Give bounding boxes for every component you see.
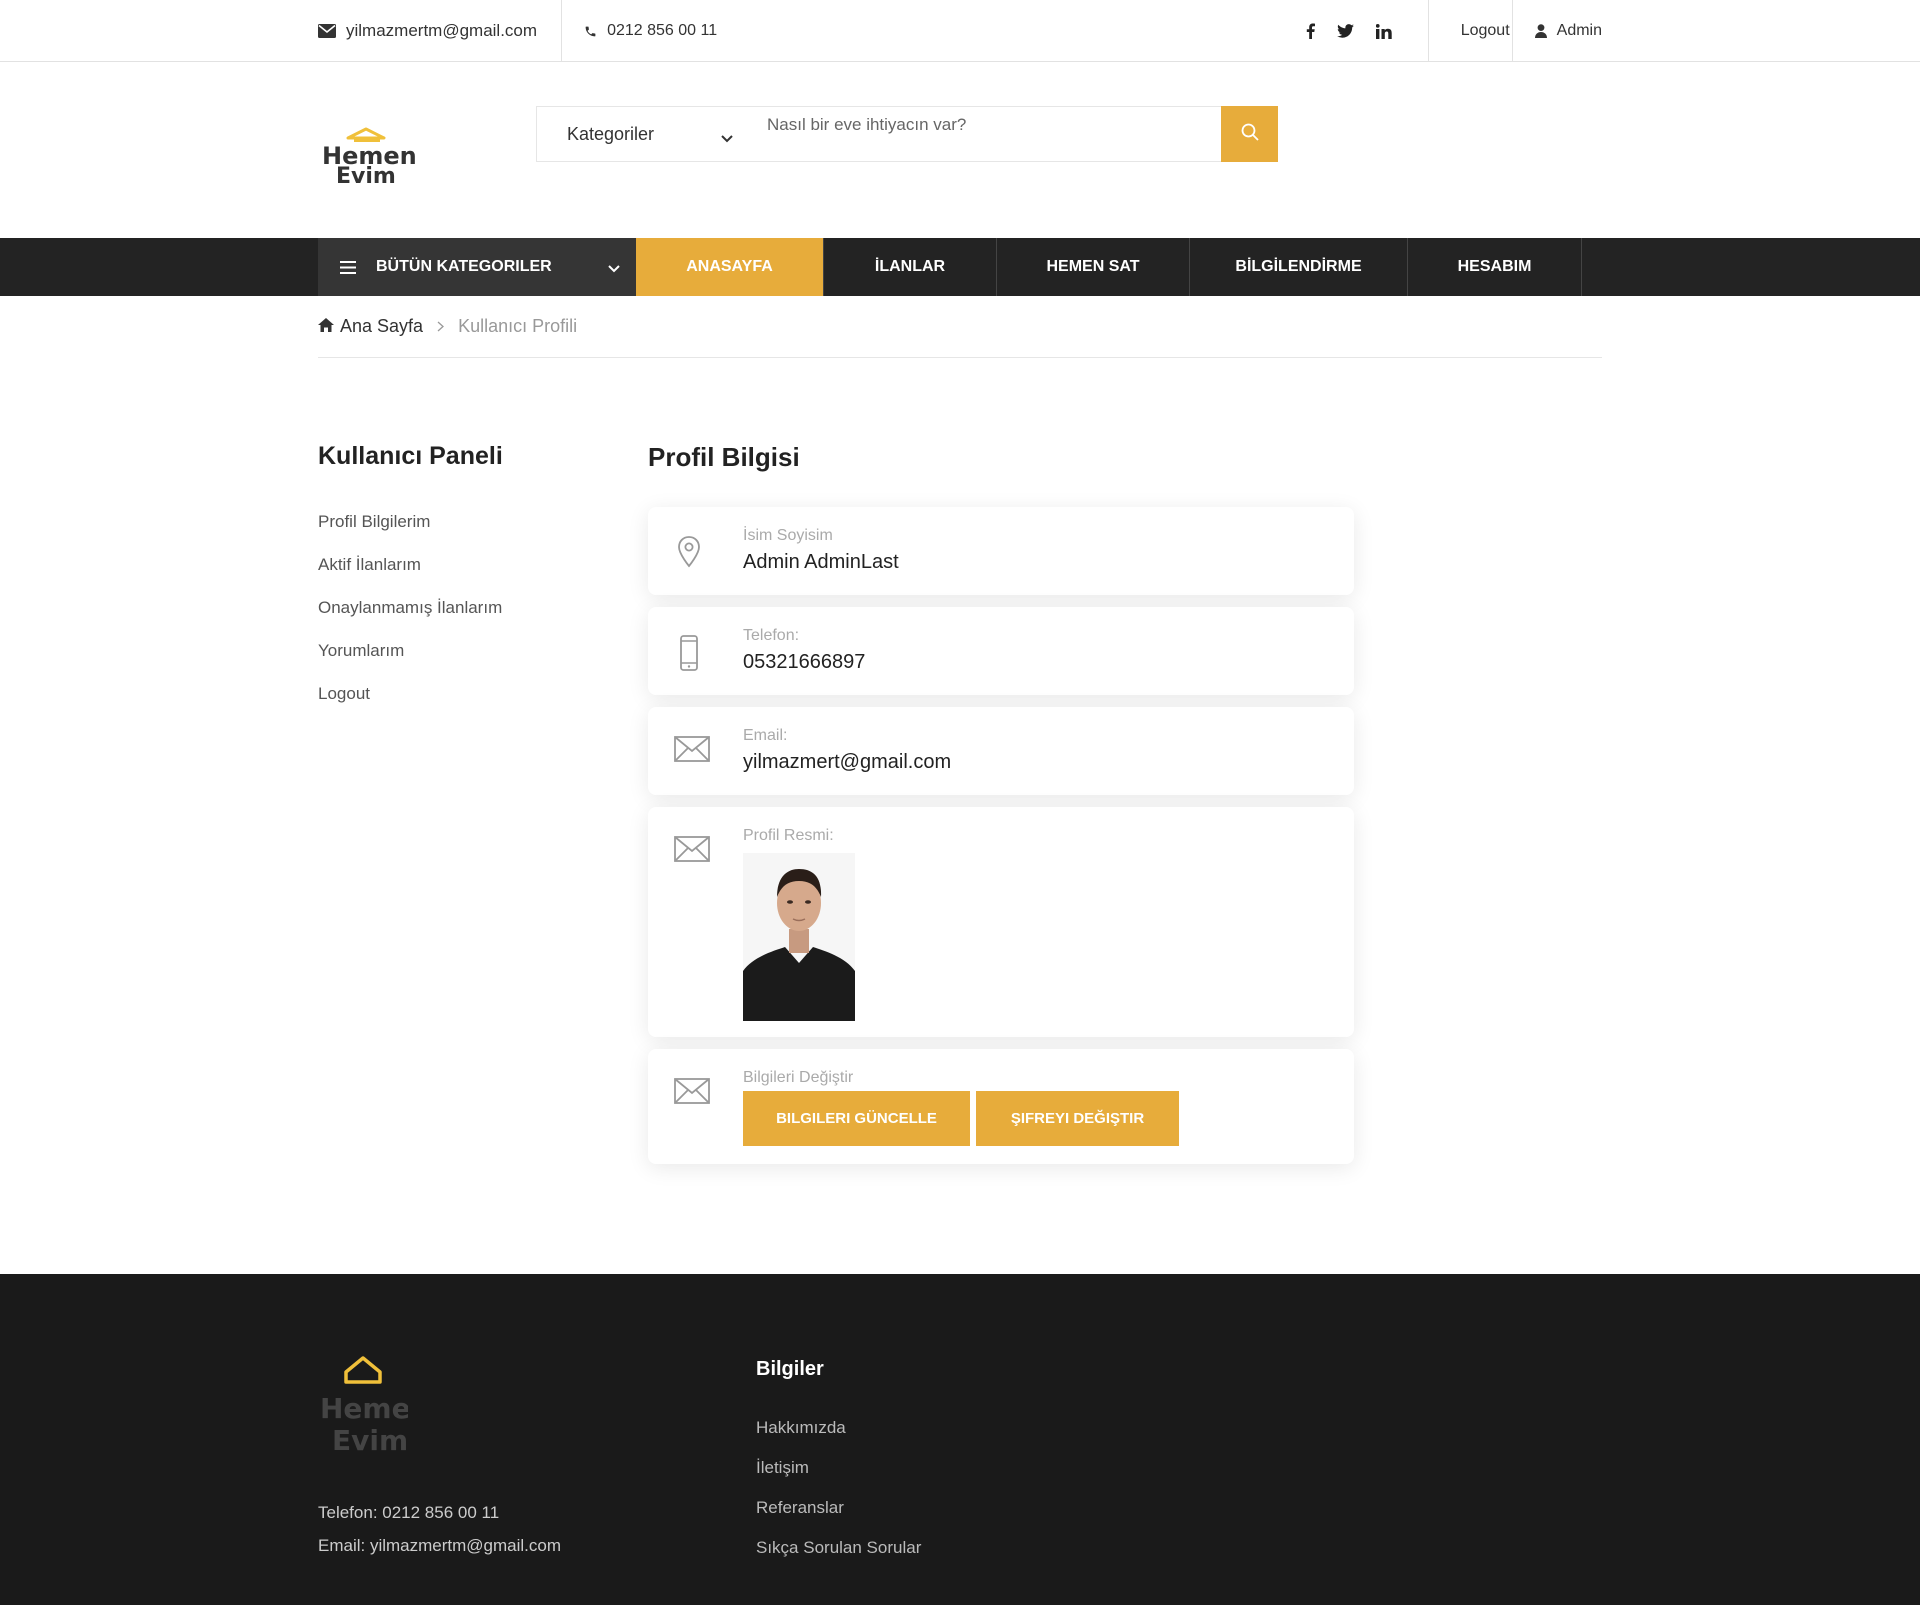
footer-contact: Telefon: 0212 856 00 11 Email: yilmazmer…	[318, 1496, 561, 1562]
footer-email: Email: yilmazmertm@gmail.com	[318, 1536, 562, 1555]
nav-item-ilanlar[interactable]: İLANLAR	[824, 238, 997, 296]
linkedin-icon[interactable]	[1375, 23, 1392, 39]
footer-info-column: Bilgiler Hakkımızda İletişim Referanslar…	[756, 1358, 921, 1577]
chevron-down-icon	[608, 260, 620, 278]
profile-section: Profil Bilgisi İsim Soyisim Admin AdminL…	[648, 442, 1354, 1176]
topbar-phone-text: 0212 856 00 11	[607, 22, 718, 39]
site-footer: Hemen Evim Telefon: 0212 856 00 11 Email…	[0, 1274, 1920, 1605]
chevron-down-icon	[721, 127, 733, 148]
email-value: yilmazmert@gmail.com	[743, 751, 952, 773]
edit-buttons: BILGILERI GÜNCELLE ŞIFREYI DEĞIŞTIR	[743, 1091, 1334, 1146]
home-icon	[318, 316, 340, 337]
mobile-phone-icon	[674, 635, 704, 676]
map-pin-icon	[674, 535, 704, 574]
breadcrumb-home-link[interactable]: Ana Sayfa	[318, 316, 423, 337]
envelope-icon	[674, 835, 710, 868]
envelope-icon	[674, 735, 710, 768]
profile-photo	[743, 853, 855, 1021]
name-value: Admin AdminLast	[743, 551, 899, 573]
page-title: Profil Bilgisi	[648, 442, 800, 472]
phone-icon	[584, 25, 597, 38]
social-links	[1306, 0, 1429, 62]
search-input[interactable]	[755, 107, 1221, 161]
nav-item-anasayfa[interactable]: ANASAYFA	[636, 238, 824, 296]
sidebar-item-logout[interactable]: Logout	[318, 683, 618, 705]
sidebar-item-yorumlarim[interactable]: Yorumlarım	[318, 640, 618, 662]
phone-label: Telefon:	[743, 627, 800, 644]
sidebar-item-profil-bilgilerim[interactable]: Profil Bilgilerim	[318, 511, 618, 533]
sidebar-item-aktif-ilanlarim[interactable]: Aktif İlanlarım	[318, 554, 618, 576]
topbar-user-name: Admin	[1556, 22, 1602, 39]
category-select-label: Kategoriler	[567, 123, 655, 144]
profile-name-card: İsim Soyisim Admin AdminLast	[648, 507, 1354, 595]
topbar-logout-link[interactable]: Logout	[1429, 0, 1513, 62]
profile-photo-card: Profil Resmi:	[648, 807, 1354, 1037]
chevron-right-icon	[437, 316, 445, 337]
search-button[interactable]	[1221, 106, 1278, 162]
facebook-icon[interactable]	[1306, 23, 1315, 39]
top-bar: yilmazmertm@gmail.com 0212 856 00 11 Log…	[0, 0, 1920, 62]
user-icon	[1534, 24, 1547, 38]
search-icon	[1241, 123, 1259, 146]
change-password-button[interactable]: ŞIFREYI DEĞIŞTIR	[976, 1091, 1179, 1146]
sidebar-item-onaylanmamis-ilanlarim[interactable]: Onaylanmamış İlanlarım	[318, 597, 618, 619]
envelope-icon	[674, 1077, 710, 1110]
edit-info-label: Bilgileri Değiştir	[743, 1069, 854, 1086]
site-logo[interactable]: Hemen Evim	[318, 120, 418, 190]
all-categories-label: BÜTÜN KATEGORILER	[376, 258, 552, 275]
footer-info-title: Bilgiler	[756, 1358, 824, 1380]
email-label: Email:	[743, 727, 788, 744]
topbar-email-text: yilmazmertm@gmail.com	[346, 21, 538, 40]
main-content: Kullanıcı Paneli Profil Bilgilerim Aktif…	[318, 358, 1602, 1274]
topbar-email[interactable]: yilmazmertm@gmail.com	[318, 0, 563, 62]
breadcrumb-current: Kullanıcı Profili	[458, 316, 578, 336]
breadcrumb: Ana Sayfa Kullanıcı Profili	[318, 296, 1602, 358]
site-header: Hemen Evim Kategoriler	[0, 62, 1920, 238]
phone-value: 05321666897	[743, 651, 866, 673]
main-navigation: BÜTÜN KATEGORILER ANASAYFA İLANLAR HEMEN…	[0, 238, 1920, 296]
sidebar-title: Kullanıcı Paneli	[318, 442, 503, 470]
twitter-icon[interactable]	[1336, 24, 1354, 38]
profile-email-card: Email: yilmazmert@gmail.com	[648, 707, 1354, 795]
profile-phone-card: Telefon: 05321666897	[648, 607, 1354, 695]
envelope-icon	[318, 24, 336, 38]
all-categories-button[interactable]: BÜTÜN KATEGORILER	[318, 238, 636, 296]
nav-item-bilgilendirme[interactable]: BİLGİLENDİRME	[1190, 238, 1408, 296]
breadcrumb-home-label: Ana Sayfa	[340, 316, 424, 336]
search-bar: Kategoriler	[536, 106, 1278, 162]
footer-link-iletisim[interactable]: İletişim	[756, 1457, 921, 1479]
user-panel-sidebar: Kullanıcı Paneli Profil Bilgilerim Aktif…	[318, 442, 618, 726]
nav-item-hemen-sat[interactable]: HEMEN SAT	[997, 238, 1190, 296]
edit-info-card: Bilgileri Değiştir BILGILERI GÜNCELLE ŞI…	[648, 1049, 1354, 1164]
topbar-phone[interactable]: 0212 856 00 11	[562, 0, 717, 62]
footer-link-hakkimizda[interactable]: Hakkımızda	[756, 1417, 921, 1439]
footer-phone: Telefon: 0212 856 00 11	[318, 1503, 500, 1522]
svg-text:Evim: Evim	[332, 1424, 408, 1454]
topbar-user-link[interactable]: Admin	[1513, 0, 1602, 62]
svg-text:Hemen: Hemen	[320, 1392, 408, 1425]
footer-link-sss[interactable]: Sıkça Sorulan Sorular	[756, 1537, 921, 1559]
footer-logo[interactable]: Hemen Evim	[318, 1354, 431, 1457]
update-info-button[interactable]: BILGILERI GÜNCELLE	[743, 1091, 970, 1146]
category-select[interactable]: Kategoriler	[537, 107, 755, 161]
nav-item-hesabim[interactable]: HESABIM	[1408, 238, 1582, 296]
footer-link-referanslar[interactable]: Referanslar	[756, 1497, 921, 1519]
photo-label: Profil Resmi:	[743, 827, 834, 844]
name-label: İsim Soyisim	[743, 527, 833, 544]
menu-icon	[340, 260, 356, 274]
svg-text:Evim: Evim	[336, 164, 396, 189]
